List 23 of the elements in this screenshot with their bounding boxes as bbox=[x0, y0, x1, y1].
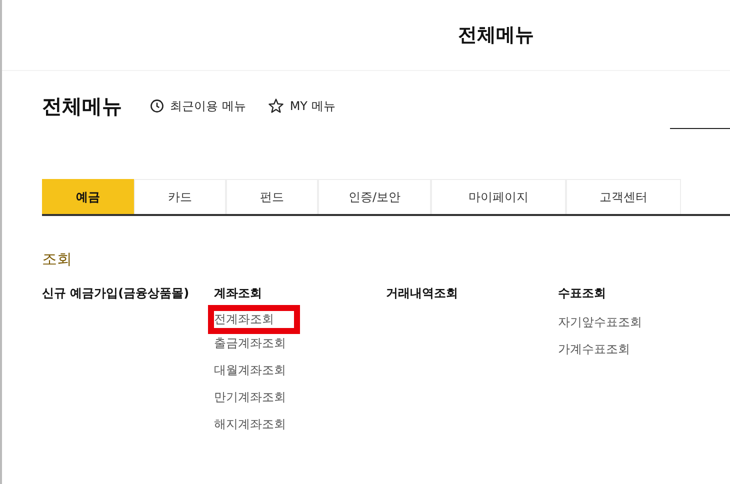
menu-tab[interactable]: 예금 bbox=[42, 179, 134, 214]
column-heading[interactable]: 수표조회 bbox=[558, 285, 606, 302]
menu-item[interactable]: 전계좌조회 bbox=[208, 305, 300, 334]
menu-item[interactable]: 가계수표조회 bbox=[558, 336, 630, 363]
menu-title: 전체메뉴 bbox=[42, 92, 122, 120]
menu-item[interactable]: 만기계좌조회 bbox=[214, 384, 286, 411]
menu-link[interactable]: MY 메뉴 bbox=[268, 98, 336, 114]
menu-tab[interactable]: 펀드 bbox=[226, 179, 318, 214]
section-title: 조회 bbox=[42, 250, 72, 269]
column-heading[interactable]: 신규 예금가입(금융상품몰) bbox=[42, 285, 190, 302]
column-heading[interactable]: 계좌조회 bbox=[214, 285, 262, 302]
clock-icon bbox=[150, 99, 164, 113]
menu-item[interactable]: 대월계좌조회 bbox=[214, 357, 286, 384]
star-icon bbox=[268, 98, 284, 114]
menu-tab[interactable]: 고객센터 bbox=[566, 179, 681, 214]
menu-link[interactable]: 최근이용 메뉴 bbox=[150, 98, 246, 114]
menu-tab[interactable]: 마이페이지 bbox=[431, 179, 566, 214]
menu-tab[interactable]: 카드 bbox=[134, 179, 226, 214]
page-title: 전체메뉴 bbox=[458, 23, 534, 48]
menu-tab[interactable]: 인증/보안 bbox=[318, 179, 431, 214]
menu-item[interactable]: 자기앞수표조회 bbox=[558, 309, 642, 336]
column-heading[interactable]: 거래내역조회 bbox=[386, 285, 458, 302]
menu-item[interactable]: 해지계좌조회 bbox=[214, 411, 286, 438]
